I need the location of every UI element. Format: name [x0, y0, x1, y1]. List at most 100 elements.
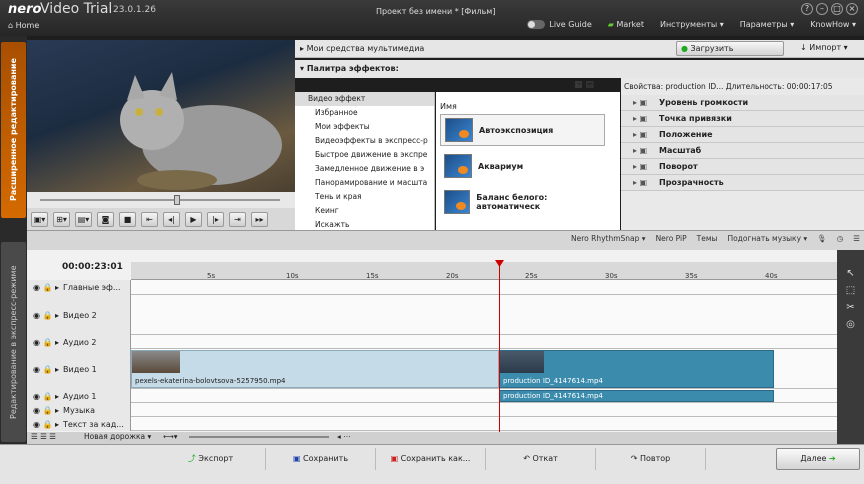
category-item[interactable]: Видеоэффекты в экспресс-р — [295, 134, 434, 148]
view-toggle-icons[interactable]: ▦ ▤ — [574, 80, 594, 90]
track-video-2[interactable] — [27, 295, 837, 335]
category-item[interactable]: Панорамирование и масшта — [295, 176, 434, 190]
track-controls-icon[interactable]: ◉ 🔒 ▸ — [33, 311, 59, 320]
track-controls-icon[interactable]: ◉ 🔒 ▸ — [33, 365, 59, 374]
live-guide-toggle[interactable]: Live Guide — [527, 20, 592, 29]
clock-icon[interactable]: ◷ — [837, 234, 844, 243]
tab-express-editing[interactable]: Редактирование в экспресс-режиме — [1, 242, 26, 442]
track-header[interactable]: ◉ 🔒 ▸ Видео 2 — [27, 295, 131, 335]
category-item[interactable]: Искажть — [295, 218, 434, 230]
video-preview[interactable] — [27, 40, 295, 192]
track-controls-icon[interactable]: ◉ 🔒 ▸ — [33, 283, 59, 292]
home-link[interactable]: ⌂ Home — [8, 21, 39, 30]
category-item[interactable]: Замедленное движение в э — [295, 162, 434, 176]
playhead[interactable] — [499, 262, 500, 432]
new-track-dropdown[interactable]: Новая дорожка ▾ — [84, 432, 151, 441]
zoom-slider[interactable] — [189, 436, 329, 438]
pip-button[interactable]: Nero PiP — [656, 234, 687, 243]
download-icon: ● — [681, 44, 691, 53]
save-as-button[interactable]: ▣ Сохранить как... — [376, 448, 486, 470]
ruler-tick: 5s — [207, 272, 216, 280]
go-end-icon[interactable]: ⇥ — [229, 211, 246, 227]
column-header-name[interactable]: Имя — [440, 102, 457, 111]
view-icon[interactable]: ▤▾ — [75, 211, 92, 227]
select-icon[interactable]: ⬚ — [837, 285, 864, 296]
redo-button[interactable]: ↷ Повтор — [596, 448, 706, 470]
close-button[interactable]: × — [846, 3, 858, 15]
stop-icon[interactable]: ■ — [119, 211, 136, 227]
track-header[interactable]: ◉ 🔒 ▸ Музыка — [27, 403, 131, 417]
track-size-icons[interactable]: ☰ ☰ ☰ — [31, 432, 56, 441]
category-item[interactable]: Мои эффекты — [295, 120, 434, 134]
fit-music-button[interactable]: Подогнать музыку ▾ — [727, 234, 807, 243]
step-forward-icon[interactable]: |▸ — [207, 211, 224, 227]
property-volume[interactable]: Уровень громкости — [621, 95, 864, 111]
property-position[interactable]: Положение — [621, 127, 864, 143]
next-button[interactable]: Далее ➔ — [776, 448, 860, 470]
cursor-icon[interactable]: ↖ — [837, 268, 864, 279]
effects-expander[interactable]: ▾ Палитра эффектов: — [300, 64, 399, 73]
scrubber-handle[interactable] — [174, 195, 180, 205]
transport-controls: ▣▾ ⊞▾ ▤▾ ◙ ■ ⇤ ◂| ▶ |▸ ⇥ ▸▸ — [27, 208, 295, 230]
track-text[interactable] — [27, 417, 837, 431]
track-audio-2[interactable] — [27, 335, 837, 349]
category-item[interactable]: Тень и края — [295, 190, 434, 204]
menu-knowhow[interactable]: KnowHow ▾ — [810, 20, 856, 29]
media-expander[interactable]: ▸ Мои средства мультимедиа — [300, 44, 424, 53]
effect-item[interactable]: Баланс белого: автоматическ — [440, 186, 605, 218]
undo-button[interactable]: ↶ Откат — [486, 448, 596, 470]
menu-tools[interactable]: Инструменты ▾ — [660, 20, 724, 29]
import-button[interactable]: ↓ Импорт ▾ — [800, 41, 860, 56]
property-rotation[interactable]: Поворот — [621, 159, 864, 175]
scissors-icon[interactable]: ✂ — [837, 302, 864, 313]
category-item[interactable]: Видео эффект — [295, 92, 434, 106]
category-item[interactable]: Избранное — [295, 106, 434, 120]
effect-item[interactable]: Автоэкспозиция — [440, 114, 605, 146]
microphone-icon[interactable]: 🎙 — [817, 234, 827, 243]
track-main-effects[interactable] — [27, 280, 837, 295]
snapshot-icon[interactable]: ◙ — [97, 211, 114, 227]
track-header[interactable]: ◉ 🔒 ▸ Аудио 1 — [27, 389, 131, 403]
tab-advanced-editing[interactable]: Расширенное редактирование — [1, 42, 26, 218]
fast-forward-icon[interactable]: ▸▸ — [251, 211, 268, 227]
effect-item[interactable]: Аквариум — [440, 150, 605, 182]
zoom-fit-icon[interactable]: ⟷▾ — [163, 432, 178, 441]
track-header[interactable]: ◉ 🔒 ▸ Главные эф... — [27, 280, 131, 295]
video-clip[interactable]: pexels-ekaterina-bolovtsova-5257950.mp4 — [131, 350, 499, 388]
load-content-button[interactable]: ● Загрузить содержимое — [676, 41, 784, 66]
market-button[interactable]: ▰ Market — [608, 20, 644, 29]
track-controls-icon[interactable]: ◉ 🔒 ▸ — [33, 406, 59, 415]
display-mode-icon[interactable]: ▣▾ — [31, 211, 48, 227]
export-button[interactable]: ⤴ Экспорт — [156, 448, 266, 470]
aspect-icon[interactable]: ⊞▾ — [53, 211, 70, 227]
menu-params[interactable]: Параметры ▾ — [740, 20, 794, 29]
document-title: Проект без имени * [Фильм] — [376, 7, 496, 16]
settings-icon[interactable]: ☰ — [853, 234, 860, 243]
track-controls-icon[interactable]: ◉ 🔒 ▸ — [33, 392, 59, 401]
help-icon[interactable]: ? — [801, 3, 813, 15]
category-item[interactable]: Кеинг — [295, 204, 434, 218]
save-button[interactable]: ▣ Сохранить — [266, 448, 376, 470]
property-scale[interactable]: Масштаб — [621, 143, 864, 159]
track-header[interactable]: ◉ 🔒 ▸ Видео 1 — [27, 349, 131, 389]
track-header[interactable]: ◉ 🔒 ▸ Текст за кад... — [27, 417, 131, 431]
track-controls-icon[interactable]: ◉ 🔒 ▸ — [33, 420, 59, 429]
minimize-button[interactable]: – — [816, 3, 828, 15]
themes-button[interactable]: Темы — [697, 234, 718, 243]
audio-clip[interactable]: production ID_4147614.mp4 — [499, 390, 774, 402]
scroll-left-icon[interactable]: ◂ ⋯ — [337, 432, 351, 441]
play-icon[interactable]: ▶ — [185, 211, 202, 227]
track-controls-icon[interactable]: ◉ 🔒 ▸ — [33, 338, 59, 347]
rhythmsnap-button[interactable]: Nero RhythmSnap ▾ — [571, 234, 646, 243]
go-start-icon[interactable]: ⇤ — [141, 211, 158, 227]
property-anchor[interactable]: Точка привязки — [621, 111, 864, 127]
category-item[interactable]: Быстрое движение в экспре — [295, 148, 434, 162]
track-header[interactable]: ◉ 🔒 ▸ Аудио 2 — [27, 335, 131, 349]
property-opacity[interactable]: Прозрачность — [621, 175, 864, 191]
time-ruler[interactable] — [131, 262, 837, 280]
app-version: 23.0.1.26 — [113, 5, 156, 15]
ripple-icon[interactable]: ◎ — [837, 319, 864, 330]
maximize-button[interactable]: □ — [831, 3, 843, 15]
track-music[interactable] — [27, 403, 837, 417]
step-back-icon[interactable]: ◂| — [163, 211, 180, 227]
